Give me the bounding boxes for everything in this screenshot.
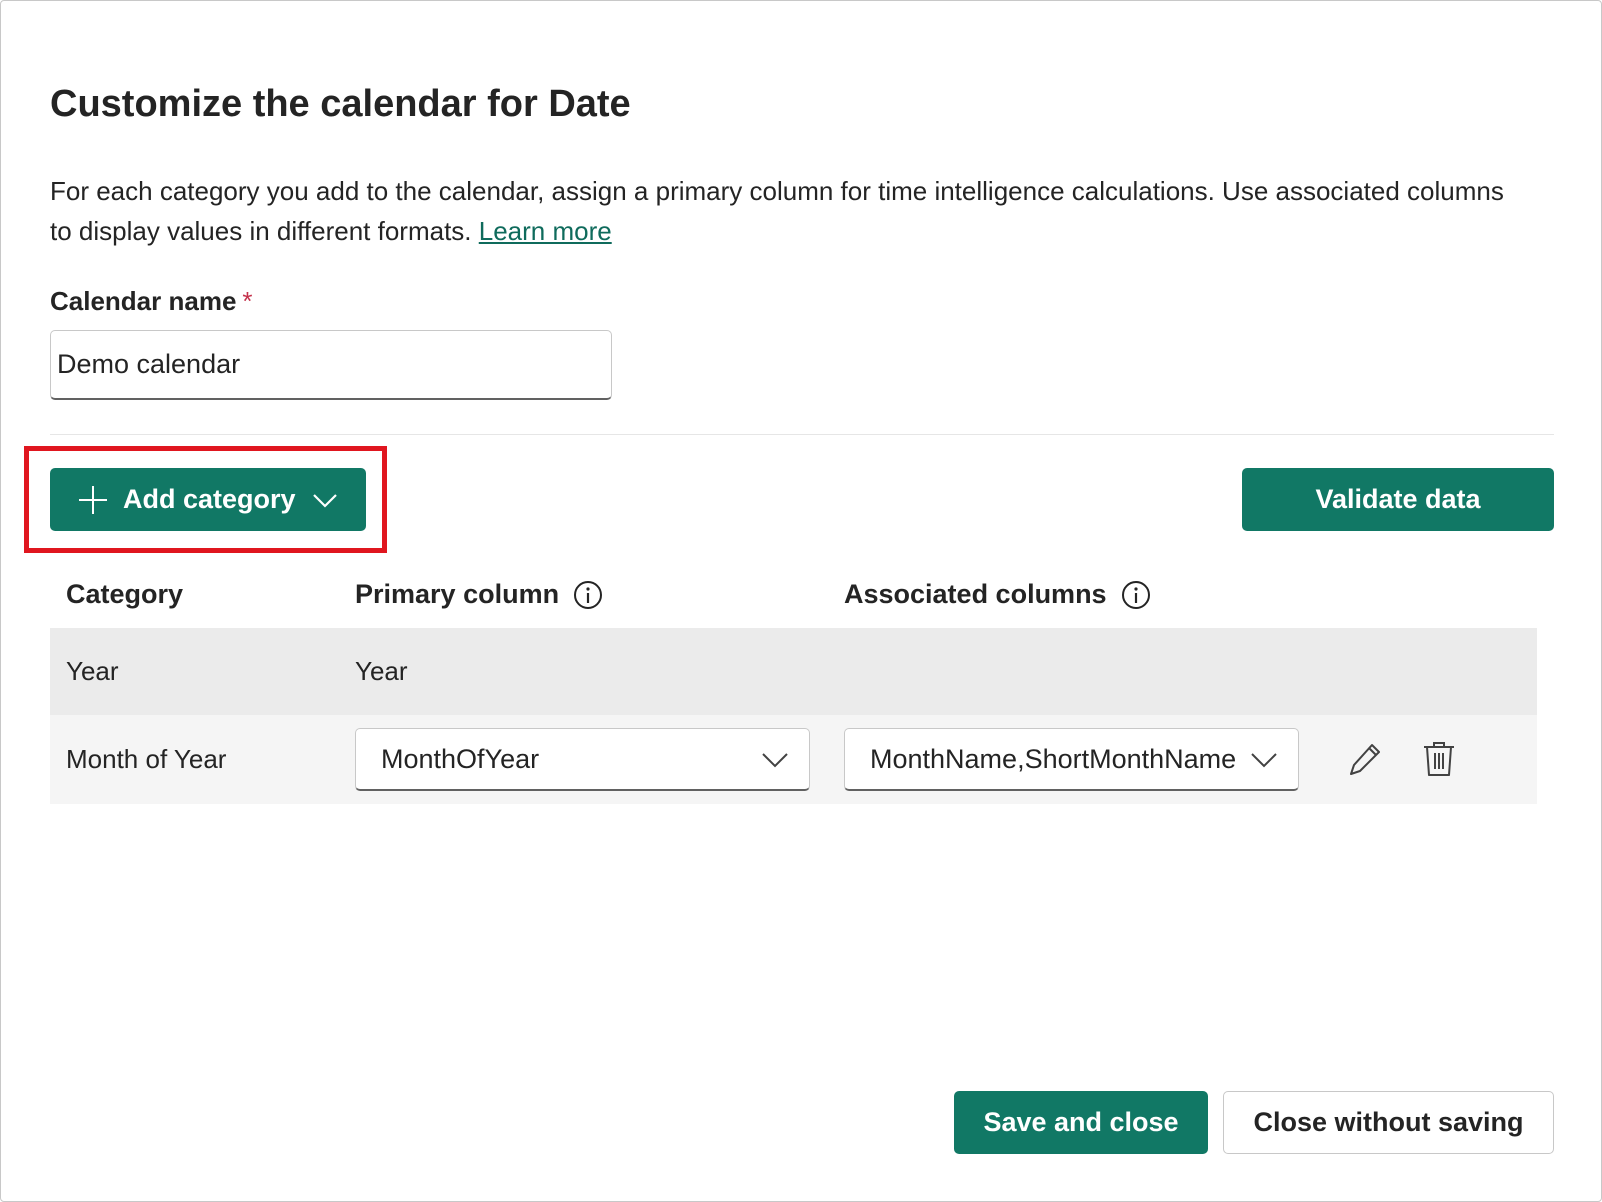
row-category-cell: Month of Year [66,744,227,774]
calendar-name-label-text: Calendar name [50,286,237,316]
chevron-down-icon [762,753,788,768]
row-primary-cell: Year [355,656,408,686]
info-icon[interactable] [1121,580,1151,610]
associated-columns-value: MonthName,ShortMonthName [870,743,1237,774]
description-text: For each category you add to the calenda… [50,176,1504,246]
primary-column-value: MonthOfYear [381,743,540,774]
header-associated-label: Associated columns [844,579,1107,609]
info-icon[interactable] [573,580,603,610]
primary-column-dropdown[interactable]: MonthOfYear [355,728,810,791]
table-row: Month of Year MonthOfYear MonthName,Shor… [50,715,1537,804]
header-primary-label: Primary column [355,579,560,609]
pencil-icon[interactable] [1348,740,1384,778]
row-category-cell: Year [66,656,119,686]
save-and-close-button[interactable]: Save and close [954,1091,1208,1154]
section-divider [50,434,1554,435]
annotation-highlight-box [24,446,387,553]
dialog-description: For each category you add to the calenda… [50,171,1530,251]
header-category: Category [66,579,183,610]
header-primary-column: Primary column [355,579,603,610]
customize-calendar-dialog: Customize the calendar for Date For each… [0,0,1602,1202]
learn-more-link[interactable]: Learn more [479,216,612,246]
close-without-saving-button[interactable]: Close without saving [1223,1091,1554,1154]
trash-icon[interactable] [1421,740,1457,778]
dialog-title: Customize the calendar for Date [50,83,631,125]
header-associated-columns: Associated columns [844,579,1151,610]
header-category-label: Category [66,579,184,609]
table-row: Year Year [50,628,1537,715]
calendar-name-input[interactable] [50,330,612,400]
required-indicator: * [242,286,253,316]
chevron-down-icon [1251,753,1277,768]
associated-columns-dropdown[interactable]: MonthName,ShortMonthName [844,728,1299,791]
validate-data-button[interactable]: Validate data [1242,468,1554,531]
calendar-name-label: Calendar name * [50,286,253,317]
